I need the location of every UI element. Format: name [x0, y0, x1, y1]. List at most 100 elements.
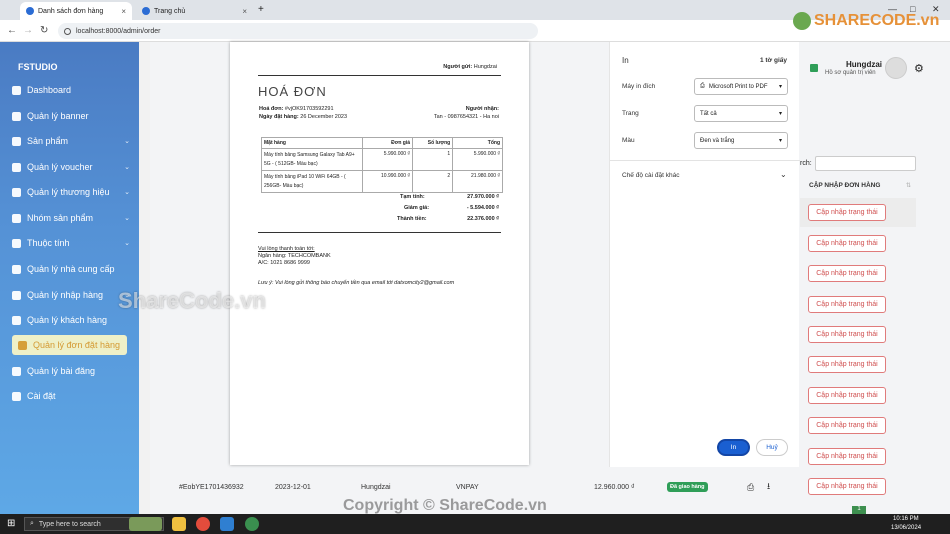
site-favicon-icon — [26, 7, 34, 15]
user-name: Hungdzai — [846, 60, 882, 69]
print-button[interactable]: In — [717, 439, 750, 456]
notification-icon[interactable] — [810, 64, 818, 72]
user-role: Hồ sơ quản trị viên — [825, 70, 876, 76]
sidebar-item[interactable]: Quản lý voucher ⌄ — [12, 159, 130, 175]
sidebar-item[interactable]: Dashboard — [12, 82, 130, 98]
close-tab-icon[interactable]: × — [242, 7, 247, 16]
forward-arrow-icon[interactable]: → — [23, 25, 33, 36]
close-tab-icon[interactable]: × — [121, 7, 126, 16]
info-icon — [64, 27, 71, 35]
invoice-code: #vjOK91703592291 — [284, 106, 334, 112]
group-icon — [12, 213, 21, 223]
sidebar-item-label: Thuộc tính — [27, 238, 70, 248]
update-status-button[interactable]: Cập nhập trạng thái — [808, 387, 886, 404]
tab-label: Danh sách đơn hàng — [38, 7, 104, 15]
order-id: #EobYE1701436932 — [179, 483, 244, 491]
sidebar-item[interactable]: Thuộc tính ⌄ — [12, 235, 130, 251]
logo-circle-icon — [793, 12, 811, 30]
file-explorer-icon[interactable] — [172, 517, 186, 531]
post-icon — [12, 366, 21, 376]
order-payment: VNPAY — [456, 483, 479, 491]
search-input[interactable] — [815, 156, 916, 171]
bank-account: A/C: 1021 8686 9999 — [258, 260, 310, 266]
user-icon — [12, 315, 21, 325]
update-status-button[interactable]: Cập nhập trạng thái — [808, 265, 886, 282]
pages-label: Trang — [622, 110, 639, 117]
sidebar-item[interactable]: Quản lý banner — [12, 108, 130, 124]
weather-widget-icon[interactable] — [129, 517, 162, 531]
sidebar-item[interactable]: Quản lý nhà cung cấp — [12, 261, 130, 277]
chevron-down-icon[interactable]: ⌄ — [780, 170, 787, 179]
column-header-update: CẬP NHẬP ĐƠN HÀNG — [809, 182, 881, 189]
update-status-button[interactable]: Cập nhập trạng thái — [808, 448, 886, 465]
sidebar-item[interactable]: Cài đặt — [12, 388, 130, 404]
update-status-button[interactable]: Cập nhập trạng thái — [808, 326, 886, 343]
chevron-down-icon: ⌄ — [124, 164, 130, 171]
avatar[interactable] — [885, 57, 907, 79]
download-icon[interactable]: ⭳ — [767, 479, 770, 495]
search-icon: ⌕ — [30, 520, 34, 527]
more-settings-toggle[interactable]: Chế độ cài đặt khác — [622, 172, 679, 179]
sidebar-item[interactable]: Quản lý thương hiệu ⌄ — [12, 184, 130, 200]
invoice-column-header: Số lượng — [411, 137, 454, 149]
destination-value: Microsoft Print to PDF — [708, 83, 768, 90]
tab-home[interactable]: Trang chủ × — [136, 2, 253, 20]
invoice-items-table: Mặt hàng Đơn giá Số lượng Tổng Máy tính bản… — [260, 137, 503, 193]
sidebar-item-label: Quản lý thương hiệu — [27, 187, 110, 197]
sidebar-item[interactable]: Quản lý bài đăng — [12, 363, 130, 379]
invoice-date: 26 December 2023 — [300, 114, 348, 120]
gear-icon[interactable]: ⚙ — [914, 62, 924, 75]
sender-label: Người gửi: — [443, 64, 473, 70]
order-customer: Hungdzai — [361, 483, 391, 491]
pages-select[interactable]: Tất cả ▾ — [694, 105, 788, 122]
chevron-down-icon: ⌄ — [124, 189, 130, 196]
voucher-icon — [12, 162, 21, 172]
invoice-item-name: Máy tính bảng Samsung Galaxy Tab A9+ 5G … — [260, 148, 364, 171]
reload-icon[interactable]: ↻ — [40, 25, 48, 36]
color-select[interactable]: Đen và trắng ▾ — [694, 132, 788, 149]
invoice-column-header: Tổng — [452, 137, 503, 149]
new-tab-button[interactable]: + — [258, 4, 264, 15]
tab-orders[interactable]: Danh sách đơn hàng × — [20, 2, 132, 20]
attribute-icon — [12, 238, 21, 248]
update-status-button[interactable]: Cập nhập trạng thái — [808, 204, 886, 221]
sidebar-item[interactable]: Quản lý nhập hàng ⌄ — [12, 287, 130, 303]
box-icon — [12, 136, 21, 146]
pagination-page-1[interactable]: 1 — [852, 506, 866, 514]
windows-start-icon[interactable]: ⊞ — [7, 518, 15, 529]
sidebar-item[interactable]: Sản phẩm ⌄ — [12, 133, 130, 149]
sidebar-item-label: Quản lý voucher — [27, 162, 93, 172]
invoice-title: HOÁ ĐƠN — [258, 84, 327, 99]
payment-note: Vui lòng thanh toán tới: — [258, 246, 315, 252]
back-arrow-icon[interactable]: ← — [7, 25, 17, 36]
sidebar-item-label: Cài đặt — [27, 391, 56, 401]
sort-icon[interactable]: ⇅ — [906, 182, 911, 189]
status-badge: Đã giao hàng — [667, 482, 708, 492]
cancel-button[interactable]: Huỷ — [756, 439, 788, 456]
app-icon[interactable] — [245, 517, 259, 531]
url-input[interactable]: localhost:8000/admin/order — [58, 23, 538, 39]
table-row: #EobYE1701436932 2023-12-01 Hungdzai VNP… — [165, 478, 915, 496]
chevron-down-icon: ▾ — [778, 111, 782, 117]
update-status-button[interactable]: Cập nhập trạng thái — [808, 235, 886, 252]
tab-label: Trang chủ — [154, 7, 186, 15]
sidebar-item[interactable]: Quản lý đơn đặt hàng — [12, 335, 127, 355]
vscode-icon[interactable] — [220, 517, 234, 531]
destination-select[interactable]: ⎙ Microsoft Print to PDF ▾ — [694, 78, 788, 95]
sidebar-item[interactable]: Quản lý khách hàng — [12, 312, 130, 328]
print-icon[interactable]: ⎙ — [747, 482, 754, 493]
update-status-button[interactable]: Cập nhập trạng thái — [808, 356, 886, 373]
subtotal-label: Tạm tính: — [400, 194, 425, 200]
chrome-icon[interactable] — [196, 517, 210, 531]
banner-icon — [12, 111, 21, 121]
update-status-button[interactable]: Cập nhập trạng thái — [808, 296, 886, 313]
watermark-bottom: Copyright © ShareCode.vn — [343, 497, 547, 514]
watermark-center: ShareCode.vn — [118, 288, 266, 313]
print-dialog: In 1 tờ giấy Máy in đích ⎙ Microsoft Pri… — [609, 42, 800, 467]
sharecode-logo: SHARECODE.vn — [793, 12, 939, 30]
sidebar-item[interactable]: Nhóm sản phẩm ⌄ — [12, 210, 130, 226]
logo-text: SHARECODE.vn — [814, 12, 940, 29]
sidebar-item-label: Nhóm sản phẩm — [27, 213, 94, 223]
sidebar-item-label: Quản lý banner — [27, 111, 89, 121]
update-status-button[interactable]: Cập nhập trạng thái — [808, 417, 886, 434]
